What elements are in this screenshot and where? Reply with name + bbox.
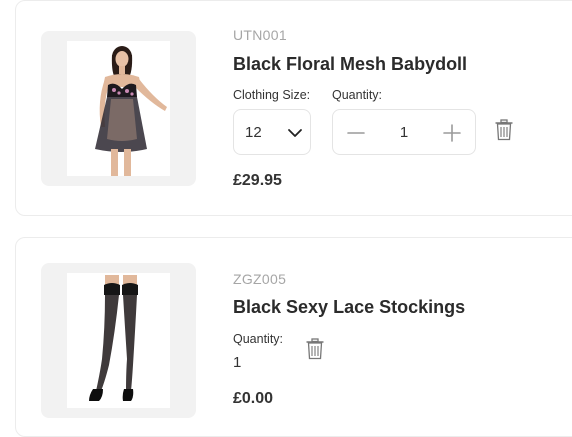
quantity-stepper: 1 [332, 109, 476, 155]
chevron-down-icon [288, 129, 302, 137]
product-title[interactable]: Black Sexy Lace Stockings [233, 297, 465, 318]
product-price: £29.95 [233, 172, 282, 189]
product-sku: ZGZ005 [233, 271, 287, 287]
babydoll-product-photo [67, 41, 170, 176]
stockings-product-photo [67, 273, 170, 408]
trash-icon[interactable] [305, 338, 325, 360]
quantity-label: Quantity: [233, 332, 284, 346]
clothing-size-select[interactable]: 12 [233, 109, 311, 155]
clothing-size-label: Clothing Size: [233, 88, 311, 102]
clothing-size-value: 12 [245, 124, 262, 141]
product-title[interactable]: Black Floral Mesh Babydoll [233, 54, 467, 75]
cart-item-card: UTN001 Black Floral Mesh Babydoll Clothi… [15, 0, 572, 216]
quantity-label: Quantity: [332, 88, 383, 102]
quantity-value: 1 [233, 354, 242, 371]
plus-icon[interactable] [441, 122, 463, 144]
product-price: £0.00 [233, 390, 274, 407]
product-image-frame[interactable] [41, 263, 196, 418]
product-image-frame[interactable] [41, 31, 196, 186]
product-sku: UTN001 [233, 27, 287, 43]
cart-item-card: ZGZ005 Black Sexy Lace Stockings Quantit… [15, 237, 572, 437]
trash-icon[interactable] [494, 119, 514, 141]
